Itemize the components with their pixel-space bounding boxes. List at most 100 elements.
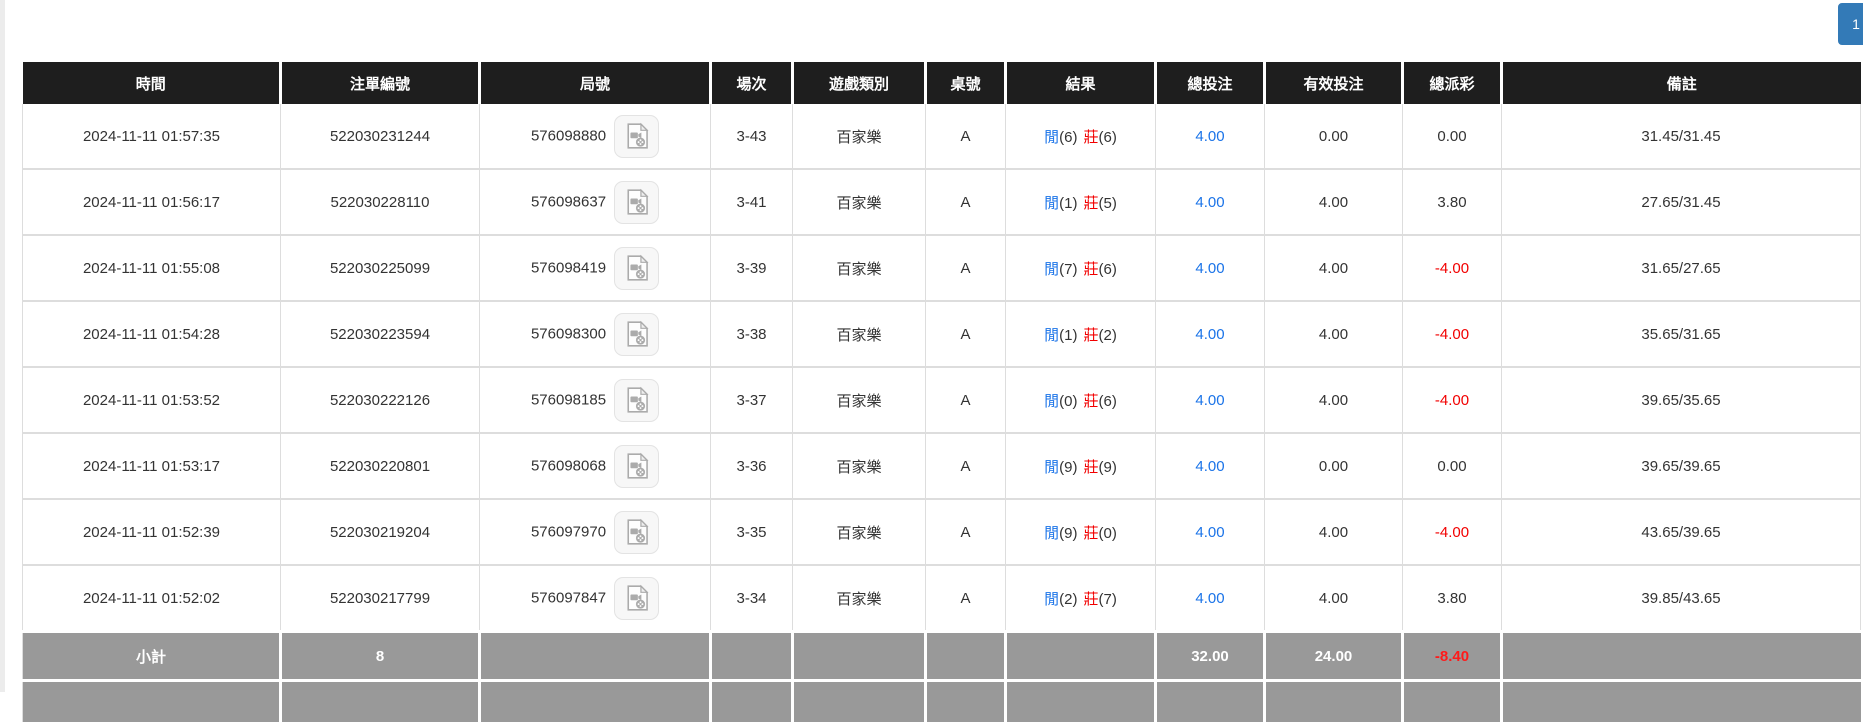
cell-remark: 39.85/43.65 bbox=[1502, 565, 1861, 632]
video-file-icon bbox=[623, 518, 651, 546]
subtotal-empty-remark bbox=[1502, 632, 1861, 681]
banker-label: 莊 bbox=[1084, 129, 1099, 146]
subtotal-empty-table-no bbox=[926, 632, 1006, 681]
cell-valid-bet: 4.00 bbox=[1265, 301, 1403, 367]
cell-valid-bet: 4.00 bbox=[1265, 367, 1403, 433]
col-header-round-no: 局號 bbox=[480, 62, 711, 104]
banker-label: 莊 bbox=[1084, 591, 1099, 608]
video-replay-button[interactable] bbox=[614, 181, 659, 224]
cell-time: 2024-11-11 01:52:02 bbox=[23, 565, 281, 632]
round-no-text: 576098185 bbox=[531, 391, 606, 408]
banker-label: 莊 bbox=[1084, 393, 1099, 410]
col-header-result: 結果 bbox=[1006, 62, 1156, 104]
pagination-page-1-button[interactable]: 1 bbox=[1838, 3, 1863, 45]
subtotal-empty-game-type bbox=[793, 632, 926, 681]
player-label: 閒 bbox=[1044, 393, 1059, 410]
video-replay-button[interactable] bbox=[614, 247, 659, 290]
cell-table-no: A bbox=[926, 235, 1006, 301]
col-header-payout: 總派彩 bbox=[1403, 62, 1502, 104]
cell-time: 2024-11-11 01:57:35 bbox=[23, 104, 281, 169]
subtotal-empty-round bbox=[480, 632, 711, 681]
player-label: 閒 bbox=[1044, 525, 1059, 542]
cell-time: 2024-11-11 01:56:17 bbox=[23, 169, 281, 235]
cell-total-bet[interactable]: 4.00 bbox=[1156, 499, 1265, 565]
subtotal-count: 8 bbox=[281, 632, 480, 681]
cell-total-bet[interactable]: 4.00 bbox=[1156, 169, 1265, 235]
cell-result: 閒(9)莊(0) bbox=[1006, 499, 1156, 565]
cell-round-no: 576098300 bbox=[480, 301, 711, 367]
video-replay-button[interactable] bbox=[614, 379, 659, 422]
banker-score: (7) bbox=[1099, 591, 1117, 608]
cell-payout: 3.80 bbox=[1403, 169, 1502, 235]
cell-result: 閒(7)莊(6) bbox=[1006, 235, 1156, 301]
video-file-icon bbox=[623, 122, 651, 150]
total-row-partial bbox=[23, 681, 1861, 722]
player-score: (0) bbox=[1059, 393, 1077, 410]
col-header-table-no: 桌號 bbox=[926, 62, 1006, 104]
cell-session: 3-41 bbox=[711, 169, 793, 235]
player-score: (9) bbox=[1059, 525, 1077, 542]
round-no-text: 576097970 bbox=[531, 523, 606, 540]
col-header-bet-no: 注單編號 bbox=[281, 62, 480, 104]
col-header-session: 場次 bbox=[711, 62, 793, 104]
cell-total-bet[interactable]: 4.00 bbox=[1156, 104, 1265, 169]
player-score: (1) bbox=[1059, 327, 1077, 344]
cell-valid-bet: 4.00 bbox=[1265, 169, 1403, 235]
cell-remark: 43.65/39.65 bbox=[1502, 499, 1861, 565]
left-edge-strip bbox=[0, 0, 5, 692]
table-row: 2024-11-11 01:56:17 522030228110 5760986… bbox=[23, 169, 1861, 235]
cell-result: 閒(1)莊(2) bbox=[1006, 301, 1156, 367]
player-label: 閒 bbox=[1044, 129, 1059, 146]
cell-total-bet[interactable]: 4.00 bbox=[1156, 565, 1265, 632]
col-header-time: 時間 bbox=[23, 62, 281, 104]
cell-total-bet[interactable]: 4.00 bbox=[1156, 367, 1265, 433]
cell-payout: -4.00 bbox=[1403, 235, 1502, 301]
round-no-text: 576098419 bbox=[531, 259, 606, 276]
video-file-icon bbox=[623, 320, 651, 348]
cell-total-bet[interactable]: 4.00 bbox=[1156, 433, 1265, 499]
cell-total-bet[interactable]: 4.00 bbox=[1156, 301, 1265, 367]
table-footer: 小計 8 32.00 24.00 -8.40 bbox=[23, 632, 1861, 722]
cell-total-bet[interactable]: 4.00 bbox=[1156, 235, 1265, 301]
cell-time: 2024-11-11 01:52:39 bbox=[23, 499, 281, 565]
player-label: 閒 bbox=[1044, 327, 1059, 344]
player-label: 閒 bbox=[1044, 591, 1059, 608]
cell-bet-no: 522030219204 bbox=[281, 499, 480, 565]
cell-game-type: 百家樂 bbox=[793, 169, 926, 235]
cell-game-type: 百家樂 bbox=[793, 104, 926, 169]
video-file-icon bbox=[623, 452, 651, 480]
table-row: 2024-11-11 01:55:08 522030225099 5760984… bbox=[23, 235, 1861, 301]
subtotal-label: 小計 bbox=[23, 632, 281, 681]
cell-bet-no: 522030231244 bbox=[281, 104, 480, 169]
table-row: 2024-11-11 01:54:28 522030223594 5760983… bbox=[23, 301, 1861, 367]
video-replay-button[interactable] bbox=[614, 313, 659, 356]
cell-bet-no: 522030228110 bbox=[281, 169, 480, 235]
table-row: 2024-11-11 01:57:35 522030231244 5760988… bbox=[23, 104, 1861, 169]
cell-payout: 3.80 bbox=[1403, 565, 1502, 632]
cell-table-no: A bbox=[926, 104, 1006, 169]
cell-game-type: 百家樂 bbox=[793, 367, 926, 433]
video-replay-button[interactable] bbox=[614, 511, 659, 554]
table-row: 2024-11-11 01:53:17 522030220801 5760980… bbox=[23, 433, 1861, 499]
cell-game-type: 百家樂 bbox=[793, 301, 926, 367]
cell-result: 閒(0)莊(6) bbox=[1006, 367, 1156, 433]
cell-session: 3-35 bbox=[711, 499, 793, 565]
cell-bet-no: 522030225099 bbox=[281, 235, 480, 301]
bet-history-page: { "colors": { "header_bg": "#1e1e1e", "s… bbox=[0, 0, 1863, 692]
cell-session: 3-38 bbox=[711, 301, 793, 367]
cell-valid-bet: 4.00 bbox=[1265, 499, 1403, 565]
subtotal-payout: -8.40 bbox=[1403, 632, 1502, 681]
cell-table-no: A bbox=[926, 499, 1006, 565]
table-row: 2024-11-11 01:52:39 522030219204 5760979… bbox=[23, 499, 1861, 565]
round-no-text: 576098637 bbox=[531, 193, 606, 210]
video-file-icon bbox=[623, 584, 651, 612]
video-replay-button[interactable] bbox=[614, 445, 659, 488]
cell-game-type: 百家樂 bbox=[793, 433, 926, 499]
bet-history-table: 時間 注單編號 局號 場次 遊戲類別 桌號 結果 總投注 有效投注 總派彩 備註… bbox=[22, 62, 1861, 722]
cell-bet-no: 522030223594 bbox=[281, 301, 480, 367]
cell-game-type: 百家樂 bbox=[793, 565, 926, 632]
video-replay-button[interactable] bbox=[614, 115, 659, 158]
table-row: 2024-11-11 01:52:02 522030217799 5760978… bbox=[23, 565, 1861, 632]
banker-label: 莊 bbox=[1084, 327, 1099, 344]
video-replay-button[interactable] bbox=[614, 577, 659, 620]
